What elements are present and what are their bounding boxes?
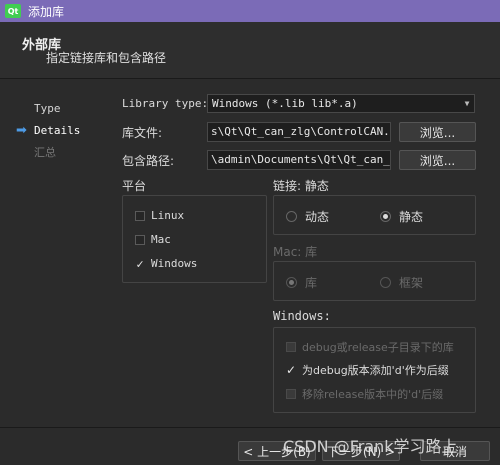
current-step-arrow-icon: ➡ [16,123,27,138]
qt-logo-icon: Qt [5,4,21,18]
platform-linux-checkbox[interactable]: Linux [135,209,184,222]
include-path-input[interactable]: \admin\Documents\Qt\Qt_can_zlg [207,150,391,170]
linkage-dynamic-radio[interactable]: 动态 [286,208,329,225]
mac-framework-radio[interactable]: 框架 [380,274,423,291]
chevron-down-icon: ▼ [464,99,470,108]
include-path-label: 包含路径: [122,154,175,168]
platform-group-title: 平台 [122,179,147,193]
windows-remove-suffix-checkbox[interactable]: 移除release版本中的'd'后缀 [286,386,443,402]
linkage-static-radio[interactable]: 静态 [380,208,423,225]
mac-library-radio[interactable]: 库 [286,274,317,291]
platform-mac-checkbox[interactable]: Mac [135,233,171,246]
title-bar: Qt 添加库 [0,0,500,22]
windows-subdir-checkbox[interactable]: debug或release子目录下的库 [286,339,454,355]
wizard-header: 外部库 指定链接库和包含路径 [0,22,500,79]
library-type-select[interactable]: Windows (*.lib lib*.a) ▼ [207,94,475,113]
library-type-label: Library type: [122,97,209,110]
step-summary: 汇总 [16,142,96,164]
step-label: Details [34,124,81,137]
window-title: 添加库 [28,4,65,19]
checkmark-icon: ✓ [286,363,297,377]
checkmark-icon: ✓ [136,256,144,271]
browse-library-button[interactable]: 浏览... [399,122,476,142]
step-label: Type [34,102,61,115]
linkage-group-title: 链接: 静态 [273,179,329,193]
library-file-label: 库文件: [122,126,163,140]
browse-include-button[interactable]: 浏览... [399,150,476,170]
page-subtitle: 指定链接库和包含路径 [46,51,167,65]
library-file-input[interactable]: s\Qt\Qt_can_zlg\ControlCAN.lib [207,122,391,142]
windows-group-title: Windows: [273,309,331,323]
mac-group-title: Mac: 库 [273,245,318,259]
windows-debug-suffix-checkbox[interactable]: ✓ 为debug版本添加'd'作为后缀 [286,362,449,378]
library-type-value: Windows (*.lib lib*.a) [212,97,358,110]
wizard-steps: Type ➡ Details 汇总 [16,98,96,164]
csdn-watermark: CSDN @Frank学习路上 [283,437,458,456]
step-details: ➡ Details [16,120,96,142]
step-type: Type [16,98,96,120]
step-label: 汇总 [34,146,56,159]
platform-windows-checkbox[interactable]: ✓ Windows [135,257,197,270]
